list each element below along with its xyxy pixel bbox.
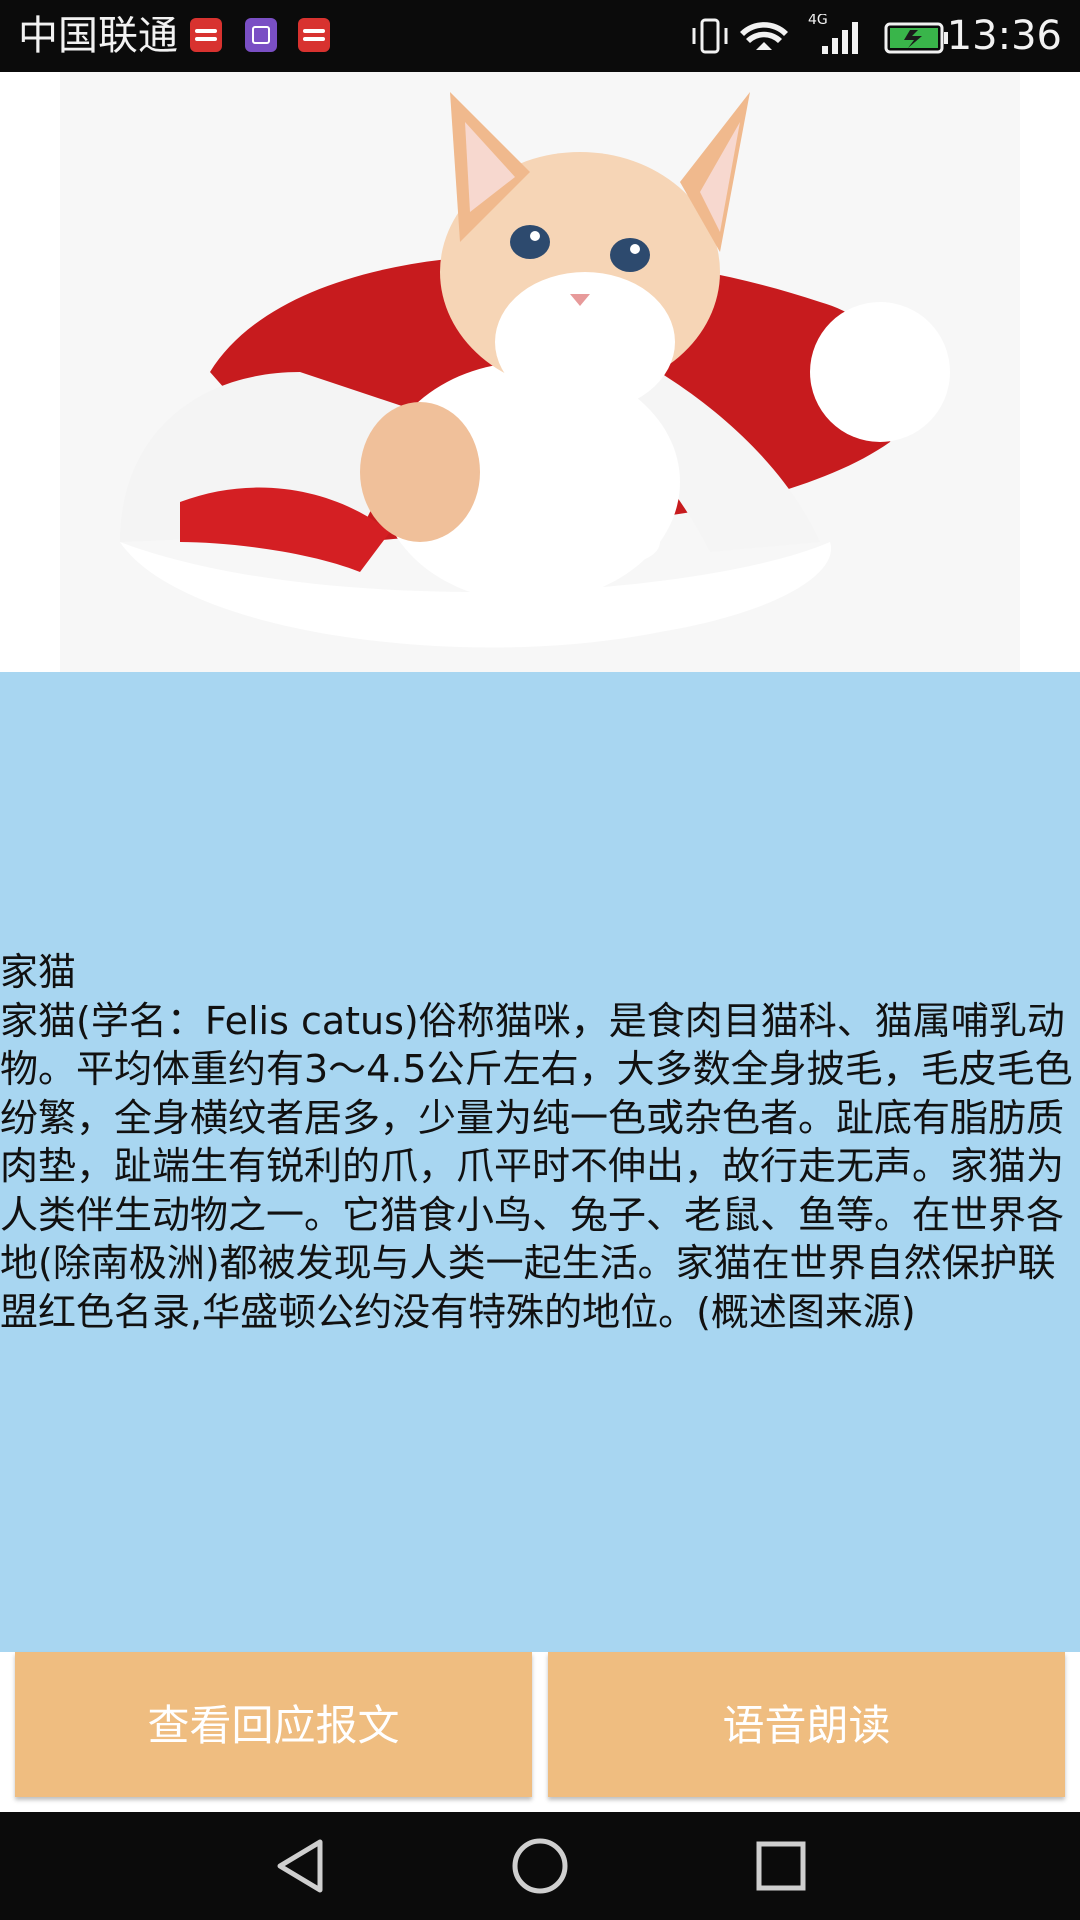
read-aloud-button[interactable]: 语音朗读 xyxy=(548,1652,1065,1797)
navigation-bar xyxy=(0,1812,1080,1920)
clock: 13:36 xyxy=(946,13,1062,59)
kitten-image xyxy=(60,72,1020,672)
vibrate-icon xyxy=(692,18,728,54)
toutiao-icon xyxy=(298,18,330,52)
gallery-icon xyxy=(245,18,277,52)
carrier-name: 中国联通 xyxy=(18,13,178,59)
battery-icon xyxy=(884,22,948,54)
animal-title: 家猫 xyxy=(0,950,77,994)
toutiao-icon xyxy=(190,18,222,52)
status-bar: 中国联通 4G 13:36 xyxy=(0,0,1080,72)
recents-icon[interactable] xyxy=(750,1836,812,1896)
hero-image xyxy=(0,72,1080,672)
status-icons: 4G xyxy=(692,14,948,54)
app-screen: 中国联通 4G 13:36 家猫 家猫(学名：Felis catus)俗称猫咪，… xyxy=(0,0,1080,1920)
animal-description: 家猫(学名：Felis catus)俗称猫咪，是食肉目猫科、猫属哺乳动物。平均体… xyxy=(0,998,1073,1334)
description-text-block: 家猫 家猫(学名：Felis catus)俗称猫咪，是食肉目猫科、猫属哺乳动物。… xyxy=(0,948,1080,1336)
network-type-label: 4G xyxy=(808,14,828,28)
back-icon[interactable] xyxy=(270,1836,332,1896)
wifi-icon xyxy=(740,22,788,50)
description-panel: 家猫 家猫(学名：Felis catus)俗称猫咪，是食肉目猫科、猫属哺乳动物。… xyxy=(0,672,1080,1652)
view-response-button[interactable]: 查看回应报文 xyxy=(15,1652,532,1797)
home-icon[interactable] xyxy=(509,1836,571,1896)
